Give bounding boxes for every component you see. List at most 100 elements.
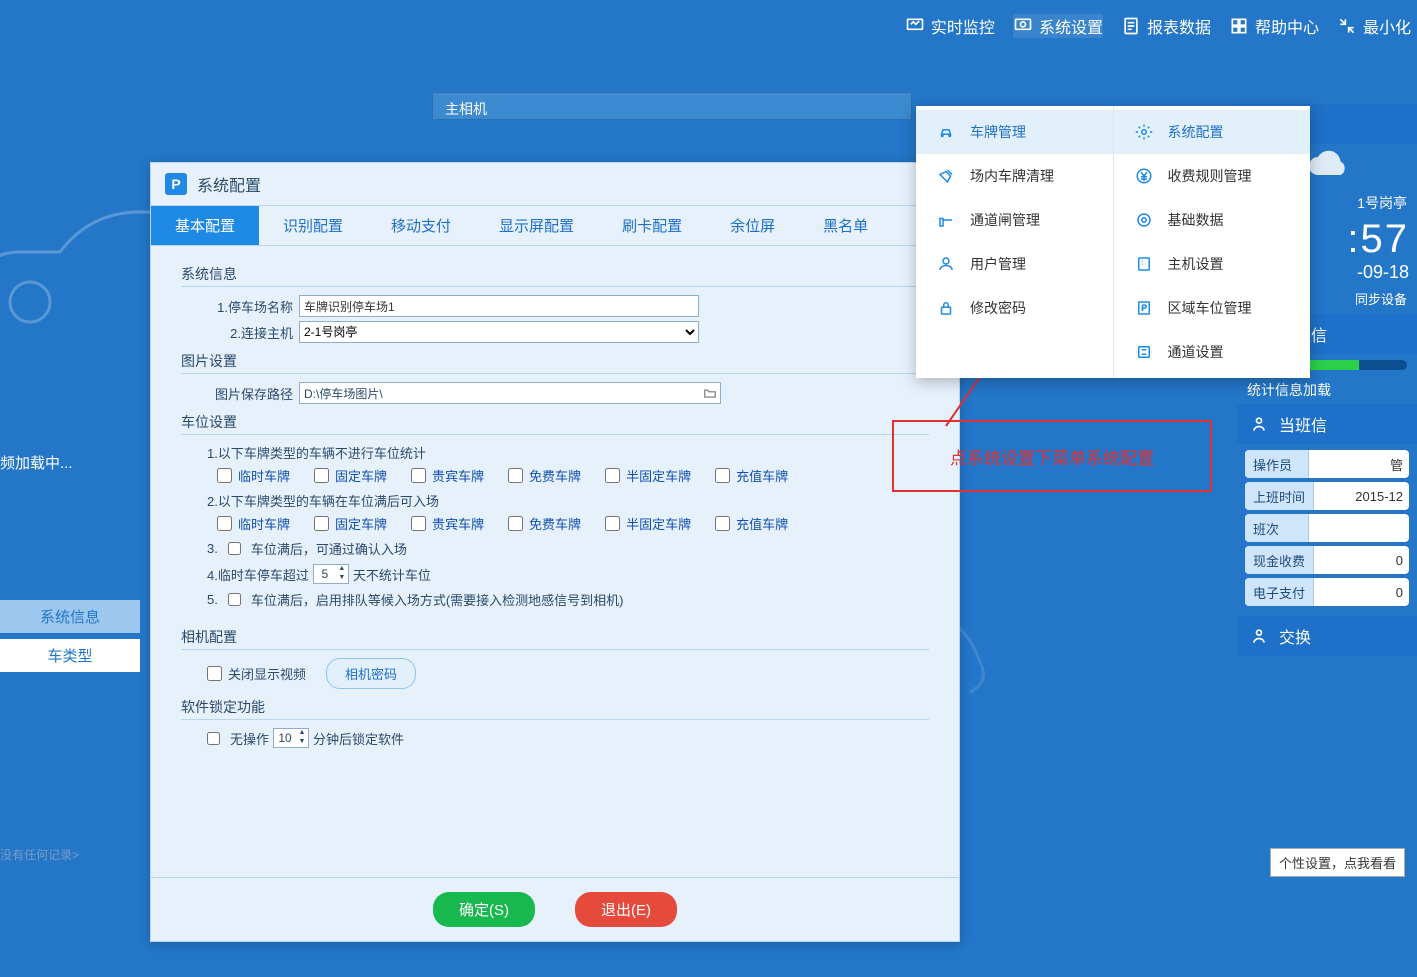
exchange-header: 交换 <box>1237 616 1417 656</box>
system-config-dialog: P 系统配置 基本配置 识别配置 移动支付 显示屏配置 刷卡配置 余位屏 黑名单… <box>150 162 960 942</box>
on-time-field: 上班时间2015-12 <box>1245 482 1409 510</box>
chk-vip-1[interactable]: 贵宾车牌 <box>411 466 484 485</box>
dtab-basic[interactable]: 基本配置 <box>151 206 259 245</box>
nav-monitor[interactable]: 实时监控 <box>905 14 995 38</box>
menu-zone-slot-mgmt[interactable]: 区域车位管理 <box>1114 286 1311 330</box>
menu-plate-cleanup[interactable]: 场内车牌清理 <box>916 154 1113 198</box>
menu-host-settings[interactable]: 主机设置 <box>1114 242 1311 286</box>
parking-icon: P <box>165 173 187 195</box>
nav-help[interactable]: 帮助中心 <box>1229 14 1319 38</box>
dialog-titlebar: P 系统配置 <box>151 163 959 205</box>
camera-tab-main[interactable]: 主相机 <box>432 92 912 120</box>
dtab-display[interactable]: 显示屏配置 <box>475 206 598 245</box>
swap-icon <box>1249 626 1269 646</box>
up-arrow-icon: ▲ <box>336 565 348 574</box>
dialog-title-text: 系统配置 <box>197 172 261 196</box>
tab-system-info[interactable]: 系统信息 <box>0 600 140 633</box>
image-path-label: 图片保存路径 <box>207 384 293 403</box>
tab-car-type[interactable]: 车类型 <box>0 639 140 672</box>
plate-type-group-2: 临时车牌 固定车牌 贵宾车牌 免费车牌 半固定车牌 充值车牌 <box>217 514 929 533</box>
epay-field: 电子支付0 <box>1245 578 1409 606</box>
dtab-recognition[interactable]: 识别配置 <box>259 206 367 245</box>
menu-channel-settings[interactable]: 通道设置 <box>1114 330 1311 374</box>
idle-suffix: 分钟后锁定软件 <box>313 729 404 748</box>
person-icon <box>1249 414 1269 434</box>
slot3-prefix: 3. <box>207 541 218 556</box>
menu-change-password[interactable]: 修改密码 <box>916 286 1113 330</box>
minimize-icon <box>1337 16 1357 36</box>
top-navbar: 实时监控 系统设置 报表数据 帮助中心 最小化 <box>0 0 1417 52</box>
grid-icon <box>1229 16 1249 36</box>
nav-reports[interactable]: 报表数据 <box>1121 14 1211 38</box>
duty-info-header: 当班信 <box>1237 404 1417 444</box>
idle-prefix: 无操作 <box>230 729 269 748</box>
plate-type-group-1: 临时车牌 固定车牌 贵宾车牌 免费车牌 半固定车牌 充值车牌 <box>217 466 929 485</box>
ok-button[interactable]: 确定(S) <box>433 892 535 927</box>
yen-icon <box>1134 166 1154 186</box>
section-slot-settings: 车位设置 <box>181 412 929 435</box>
idle-minutes-stepper[interactable]: 10 ▲▼ <box>273 728 309 748</box>
dialog-footer: 确定(S) 退出(E) <box>151 877 959 941</box>
annotation-box: 点系统设置下菜单系统配置 <box>892 420 1212 492</box>
menu-fee-rules[interactable]: 收费规则管理 <box>1114 154 1311 198</box>
image-path-field[interactable]: D:\停车场图片\ <box>299 382 721 404</box>
chk-temp-1[interactable]: 临时车牌 <box>217 466 290 485</box>
menu-system-config[interactable]: 系统配置 <box>1114 110 1311 154</box>
dtab-mobile-pay[interactable]: 移动支付 <box>367 206 475 245</box>
user-icon <box>936 254 956 274</box>
chk-semifixed-1[interactable]: 半固定车牌 <box>605 466 691 485</box>
temp-days-stepper[interactable]: 5 ▲▼ <box>313 564 349 584</box>
report-icon <box>1121 16 1141 36</box>
personalization-tooltip[interactable]: 个性设置，点我看看 <box>1270 848 1405 877</box>
chk-free-1[interactable]: 免费车牌 <box>508 466 581 485</box>
cash-field: 现金收费0 <box>1245 546 1409 574</box>
chk-close-video[interactable]: 关闭显示视频 <box>207 664 306 683</box>
slot3-label: 车位满后，可通过确认入场 <box>251 539 407 558</box>
dtab-card[interactable]: 刷卡配置 <box>598 206 706 245</box>
server-icon <box>1134 254 1154 274</box>
chk-recharge-2[interactable]: 充值车牌 <box>715 514 788 533</box>
chk-free-2[interactable]: 免费车牌 <box>508 514 581 533</box>
menu-base-data[interactable]: 基础数据 <box>1114 198 1311 242</box>
chk-temp-2[interactable]: 临时车牌 <box>217 514 290 533</box>
chk-fixed-2[interactable]: 固定车牌 <box>314 514 387 533</box>
no-records-text: 没有任何记录> <box>0 846 79 863</box>
up-arrow-icon: ▲ <box>296 729 308 738</box>
parking-name-label: 1.停车场名称 <box>207 297 293 316</box>
gate-icon <box>936 210 956 230</box>
section-image-settings: 图片设置 <box>181 351 929 374</box>
camera-password-button[interactable]: 相机密码 <box>326 658 416 689</box>
nav-system-settings[interactable]: 系统设置 <box>1013 14 1103 38</box>
slot4-suffix: 天不统计车位 <box>353 565 431 584</box>
slot-loading-text: 统计信息加载 <box>1237 376 1417 404</box>
slot4-prefix: 4.临时车停车超过 <box>207 565 309 584</box>
chk-semifixed-2[interactable]: 半固定车牌 <box>605 514 691 533</box>
chk-recharge-1[interactable]: 充值车牌 <box>715 466 788 485</box>
slot5-prefix: 5. <box>207 592 218 607</box>
browse-folder-icon[interactable] <box>700 383 720 403</box>
settings-dropdown: 车牌管理 场内车牌清理 通道闸管理 用户管理 修改密码 系统配置 <box>916 106 1310 378</box>
dtab-remaining[interactable]: 余位屏 <box>706 206 799 245</box>
menu-user-mgmt[interactable]: 用户管理 <box>916 242 1113 286</box>
dialog-tabs: 基本配置 识别配置 移动支付 显示屏配置 刷卡配置 余位屏 黑名单 <box>151 205 959 246</box>
chk-idle-lock[interactable] <box>207 732 220 745</box>
operator-field: 操作员管 <box>1245 450 1409 478</box>
menu-plate-mgmt[interactable]: 车牌管理 <box>916 110 1113 154</box>
chk-slot-full-confirm[interactable] <box>228 542 241 555</box>
host-label: 2.连接主机 <box>207 323 293 342</box>
chk-fixed-1[interactable]: 固定车牌 <box>314 466 387 485</box>
data-icon <box>1134 210 1154 230</box>
chk-vip-2[interactable]: 贵宾车牌 <box>411 514 484 533</box>
exit-button[interactable]: 退出(E) <box>575 892 677 927</box>
host-select[interactable]: 2-1号岗亭 <box>299 321 699 343</box>
down-arrow-icon: ▼ <box>336 574 348 583</box>
nav-minimize[interactable]: 最小化 <box>1337 14 1411 38</box>
dtab-blacklist[interactable]: 黑名单 <box>799 206 892 245</box>
parking-name-input[interactable] <box>299 295 699 317</box>
gear-icon <box>1134 122 1154 142</box>
settings-panel-icon <box>1013 16 1033 36</box>
menu-gate-mgmt[interactable]: 通道闸管理 <box>916 198 1113 242</box>
slot-note-2: 2.以下车牌类型的车辆在车位满后可入场 <box>207 491 929 510</box>
cloud-icon <box>1303 150 1351 182</box>
chk-queue-mode[interactable] <box>228 593 241 606</box>
